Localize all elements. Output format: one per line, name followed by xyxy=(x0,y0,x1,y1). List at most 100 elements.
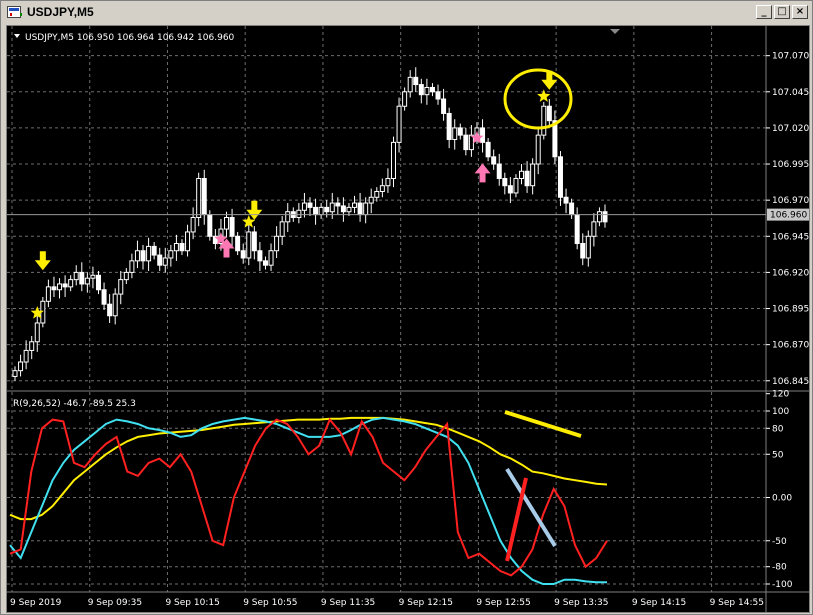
price-tick-label: 106.870 xyxy=(772,341,809,351)
candle-body xyxy=(585,235,591,259)
candles xyxy=(12,67,608,381)
price-tick-label: 106.845 xyxy=(772,377,809,387)
candle-body xyxy=(251,231,257,252)
maximize-button[interactable]: □ xyxy=(774,5,790,19)
candle-body xyxy=(463,134,469,151)
candle-body xyxy=(580,243,586,259)
osc-tick-label: 80 xyxy=(772,424,784,434)
arrow-down-icon xyxy=(34,251,51,271)
chart-area[interactable]: 9 Sep 2019 9 Sep 09:35 9 Sep 10:15 9 Sep 10… xyxy=(6,25,810,613)
candle-body xyxy=(363,202,369,216)
candle-body xyxy=(574,214,580,245)
candle-body xyxy=(179,243,185,252)
annotations xyxy=(503,68,582,562)
candle-body xyxy=(34,322,40,343)
time-tick-label: 9 Sep 10:55 xyxy=(243,598,297,608)
candle-body xyxy=(368,196,374,204)
candle-body xyxy=(418,84,424,96)
price-tick-label: 106.920 xyxy=(772,268,809,278)
candle-body xyxy=(301,202,307,211)
candle-body xyxy=(357,202,363,216)
candle-body xyxy=(68,279,74,288)
candle-body xyxy=(268,250,274,266)
candle-body xyxy=(29,341,35,351)
candle-body xyxy=(95,274,101,291)
candle-body xyxy=(352,202,358,208)
minimize-button[interactable]: _ xyxy=(756,5,772,19)
candle-body xyxy=(340,205,346,213)
price-tick-label: 107.020 xyxy=(772,124,809,134)
candle-body xyxy=(146,245,152,262)
candle-body xyxy=(429,86,435,93)
candle-body xyxy=(112,293,118,317)
candle-body xyxy=(541,105,547,136)
candle-body xyxy=(18,361,24,372)
candle-body xyxy=(129,260,135,273)
candle-body xyxy=(201,177,207,216)
time-tick-label: 9 Sep 12:15 xyxy=(399,598,453,608)
chart-header: USDJPY,M5 106.950 106.964 106.942 106.96… xyxy=(25,33,235,43)
candle-body xyxy=(596,211,602,223)
candle-body xyxy=(207,214,213,237)
price-tick-label: 106.945 xyxy=(772,232,809,242)
collapse-triangle-icon[interactable] xyxy=(14,34,20,38)
candle-body xyxy=(307,202,313,208)
time-tick-label: 9 Sep 13:35 xyxy=(554,598,608,608)
candle-body xyxy=(45,286,51,302)
candle-body xyxy=(246,231,252,259)
time-tick-label: 9 Sep 14:15 xyxy=(632,598,686,608)
candle-body xyxy=(62,283,68,288)
candle-body xyxy=(569,202,575,216)
candle-body xyxy=(496,163,502,179)
candle-body xyxy=(285,211,291,223)
candle-body xyxy=(23,349,29,363)
candle-body xyxy=(329,202,335,213)
price-tick-label: 107.070 xyxy=(772,52,809,62)
price-tick-label: 106.895 xyxy=(772,305,809,315)
candle-body xyxy=(185,231,191,252)
candle-body xyxy=(491,156,497,165)
candle-body xyxy=(196,177,202,219)
candle-body xyxy=(318,206,324,216)
candle-body xyxy=(346,206,352,213)
candle-body xyxy=(90,274,96,279)
trend-stroke xyxy=(504,410,582,438)
candle-body xyxy=(257,250,263,262)
candle-body xyxy=(229,217,235,237)
arrow-up-icon xyxy=(474,163,491,183)
price-tick-label: 107.045 xyxy=(772,88,809,98)
candle-body xyxy=(12,370,18,377)
candle-body xyxy=(485,141,491,158)
candle-body xyxy=(240,250,246,259)
osc-tick-label: 120 xyxy=(772,390,789,400)
highlight-circle xyxy=(503,68,573,130)
time-tick-label: 9 Sep 11:35 xyxy=(321,598,375,608)
candle-body xyxy=(57,283,63,291)
title-bar[interactable]: USDJPY,M5 _ □ × xyxy=(3,3,810,21)
time-tick-label: 9 Sep 09:35 xyxy=(88,598,142,608)
candle-body xyxy=(535,134,541,165)
candle-body xyxy=(190,217,196,233)
indicator-header: R(9,26,52) -46.7 -89.5 25.3 xyxy=(13,399,136,409)
candle-body xyxy=(134,250,140,262)
candle-body xyxy=(279,221,285,237)
close-button[interactable]: × xyxy=(792,5,808,19)
candle-body xyxy=(502,177,508,187)
grid xyxy=(7,26,766,592)
osc-tick-label: 100 xyxy=(772,407,789,417)
candle-body xyxy=(519,170,525,179)
osc-tick-label: 0.00 xyxy=(772,494,792,504)
candle-body xyxy=(513,177,519,194)
candle-body xyxy=(335,202,341,207)
price-tick-label: 106.995 xyxy=(772,160,809,170)
candle-body xyxy=(563,196,569,204)
candle-body xyxy=(324,206,330,213)
candle-body xyxy=(379,185,385,192)
candle-body xyxy=(262,260,268,266)
candle-body xyxy=(424,86,430,96)
candle-body xyxy=(413,76,419,86)
candle-body xyxy=(296,209,302,219)
chart-shift-marker-icon[interactable] xyxy=(610,29,620,34)
osc-tick-label: 50 xyxy=(772,450,784,460)
trend-stroke xyxy=(505,477,528,562)
